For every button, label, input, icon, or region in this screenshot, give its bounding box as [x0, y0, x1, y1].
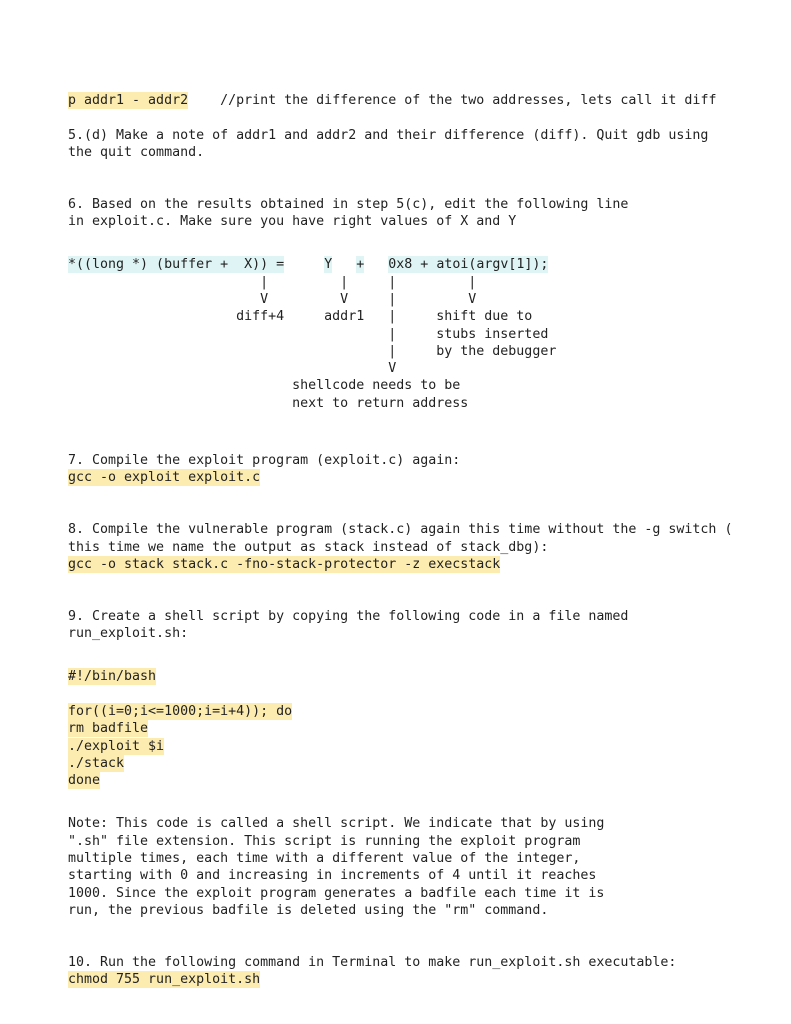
- step9-line2: run_exploit.sh:: [68, 626, 189, 642]
- step6-line1: 6. Based on the results obtained in step…: [68, 196, 629, 212]
- code-segment-assignment: *((long *) (buffer + X)) =: [68, 256, 285, 274]
- code-gap-2: [332, 257, 356, 272]
- step5d-line1: 5.(d) Make a note of addr1 and addr2 and…: [68, 127, 709, 143]
- gdb-print-command: p addr1 - addr2: [68, 92, 189, 109]
- step7-text: 7. Compile the exploit program (exploit.…: [68, 453, 461, 469]
- step5d-line2: the quit command.: [68, 144, 205, 160]
- code-gap-1: [284, 257, 324, 272]
- script-shebang-line: #!/bin/bash: [68, 668, 768, 686]
- step7-command-line: gcc -o exploit exploit.c: [68, 469, 768, 487]
- step9-note: Note: This code is called a shell script…: [68, 816, 605, 918]
- script-line: done: [68, 772, 768, 790]
- code-gap-3: [364, 257, 388, 272]
- script-shebang: #!/bin/bash: [68, 668, 157, 686]
- script-rm-badfile: rm badfile: [68, 720, 149, 738]
- step8-command: gcc -o stack stack.c -fno-stack-protecto…: [68, 555, 501, 573]
- step8-line2: this time we name the output as stack in…: [68, 539, 549, 555]
- script-done: done: [68, 772, 101, 790]
- step6-code-line: *((long *) (buffer + X)) = Y + 0x8 + ato…: [68, 256, 768, 274]
- code-segment-offset: 0x8 + atoi(argv[1]);: [388, 256, 549, 274]
- step10-text: 10. Run the following command in Termina…: [68, 954, 677, 970]
- step7-command: gcc -o exploit exploit.c: [68, 469, 261, 487]
- script-line: ./stack: [68, 754, 768, 772]
- step6-line2: in exploit.c. Make sure you have right v…: [68, 214, 517, 230]
- script-line: ./exploit $i: [68, 737, 768, 755]
- gdb-print-line: p addr1 - addr2 //print the difference o…: [68, 92, 768, 109]
- script-run-stack: ./stack: [68, 754, 125, 772]
- ascii-annotation-diagram: | | | | V V | V diff+4 addr1 | shift due…: [236, 274, 557, 411]
- script-line: for((i=0;i<=1000;i=i+4)); do: [68, 702, 768, 720]
- step10-command: chmod 755 run_exploit.sh: [68, 971, 261, 989]
- gdb-print-comment: //print the difference of the two addres…: [188, 93, 717, 108]
- step9-line1: 9. Create a shell script by copying the …: [68, 608, 629, 624]
- code-segment-y: Y: [324, 256, 333, 274]
- step8-line1: 8. Compile the vulnerable program (stack…: [68, 522, 733, 538]
- document-page: p addr1 - addr2 //print the difference o…: [0, 0, 791, 1024]
- script-for-loop: for((i=0;i<=1000;i=i+4)); do: [68, 702, 293, 720]
- document-body: p addr1 - addr2 //print the difference o…: [68, 92, 768, 989]
- step10-command-line: chmod 755 run_exploit.sh: [68, 971, 768, 989]
- script-run-exploit: ./exploit $i: [68, 737, 165, 755]
- step8-command-line: gcc -o stack stack.c -fno-stack-protecto…: [68, 555, 768, 573]
- script-line: rm badfile: [68, 720, 768, 738]
